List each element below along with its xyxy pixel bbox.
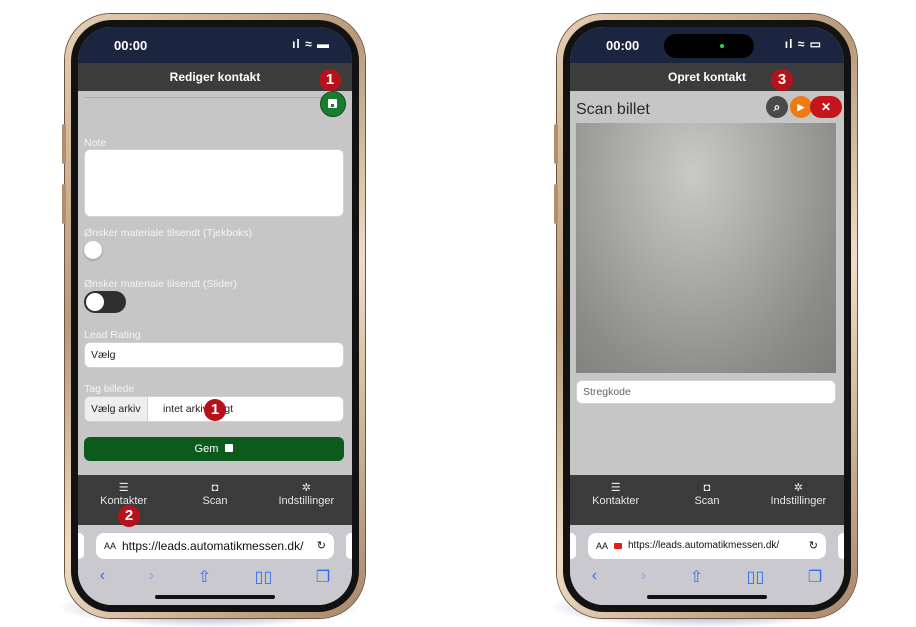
camera-indicator-icon — [720, 44, 724, 48]
signal-wifi-battery-icon: ıl ≈ ▭ — [784, 37, 822, 51]
save-button[interactable]: Gem — [84, 437, 344, 461]
side-button — [62, 124, 66, 164]
share-icon[interactable]: ⇧ — [690, 567, 703, 591]
forward-icon[interactable]: › — [149, 567, 154, 591]
gear-icon: ✲ — [301, 482, 311, 494]
save-button-label: Gem — [194, 443, 219, 455]
list-icon: ☰ — [118, 482, 129, 494]
safari-toolbar: AA https://leads.automatikmessen.dk/ ↻ ‹… — [570, 525, 844, 605]
side-button — [554, 184, 558, 224]
scan-content: Scan billet ⌕ ▶ ✕ Stregkode — [570, 91, 844, 475]
material-slider[interactable] — [84, 291, 126, 313]
forward-icon[interactable]: › — [641, 567, 646, 591]
barcode-placeholder: Stregkode — [583, 386, 631, 398]
url-text: https://leads.automatikmessen.dk/ — [628, 540, 780, 551]
tab-scan[interactable]: ◘ Scan — [169, 475, 260, 525]
tab-label: Indstillinger — [770, 495, 827, 507]
choose-file-button[interactable]: Vælg arkiv — [85, 397, 148, 421]
tab-indstillinger[interactable]: ✲ Indstillinger — [753, 475, 844, 525]
note-label: Note — [84, 137, 107, 149]
status-time: 00:00 — [606, 38, 640, 53]
slider-label: Ønsker materiale tilsendt (Slider) — [84, 278, 237, 290]
status-bar: 00:00 ıl ≈ ▬ — [78, 27, 352, 63]
side-button — [554, 124, 558, 164]
left-phone: 00:00 ıl ≈ ▬ Rediger kontakt Note Ønsker… — [62, 14, 365, 618]
next-tab-stub — [346, 533, 352, 559]
list-icon: ☰ — [610, 482, 621, 494]
camera-recording-icon — [614, 543, 622, 549]
reload-icon[interactable]: ↻ — [809, 533, 818, 559]
search-button[interactable]: ⌕ — [766, 96, 788, 118]
divider — [84, 97, 344, 98]
status-time: 00:00 — [114, 38, 148, 53]
nav-title: Opret kontakt — [570, 63, 844, 91]
bookmarks-icon[interactable]: ▯▯ — [255, 567, 273, 591]
dynamic-island — [664, 34, 754, 58]
step-badge: 1 — [319, 69, 341, 91]
home-indicator — [647, 595, 767, 599]
lead-rating-select[interactable]: Vælg — [84, 342, 344, 368]
back-icon[interactable]: ‹ — [592, 567, 597, 591]
tabs-icon[interactable]: ❐ — [316, 567, 330, 591]
material-checkbox[interactable] — [84, 241, 102, 259]
signal-wifi-battery-icon: ıl ≈ ▬ — [292, 37, 330, 51]
reload-icon[interactable]: ↻ — [317, 533, 326, 559]
close-icon: ✕ — [820, 100, 832, 114]
gear-icon: ✲ — [793, 482, 803, 494]
tab-bar: ☰ Kontakter ◘ Scan ✲ Indstillinger — [570, 475, 844, 525]
tab-indstillinger[interactable]: ✲ Indstillinger — [261, 475, 352, 525]
bookmarks-icon[interactable]: ▯▯ — [747, 567, 765, 591]
step-badge: 1 — [204, 399, 226, 421]
save-icon-button[interactable] — [320, 91, 346, 117]
floppy-disk-icon — [328, 99, 337, 108]
status-bar: 00:00 ıl ≈ ▭ — [570, 27, 844, 63]
tab-kontakter[interactable]: ☰ Kontakter — [570, 475, 661, 525]
safari-toolbar: AA https://leads.automatikmessen.dk/ ↻ ‹… — [78, 525, 352, 605]
play-icon: ▶ — [797, 102, 805, 112]
lead-rating-value: Vælg — [91, 349, 116, 361]
url-text: https://leads.automatikmessen.dk/ — [122, 539, 304, 553]
address-bar[interactable]: AA https://leads.automatikmessen.dk/ ↻ — [96, 533, 334, 559]
next-tab-stub — [838, 533, 844, 559]
home-indicator — [155, 595, 275, 599]
nav-title: Rediger kontakt — [78, 63, 352, 91]
play-button[interactable]: ▶ — [790, 96, 812, 118]
photo-label: Tag billede — [84, 383, 135, 395]
camera-icon: ◘ — [703, 482, 711, 494]
scan-title: Scan billet — [576, 101, 650, 118]
side-button — [62, 184, 66, 224]
screen: 00:00 ıl ≈ ▭ Opret kontakt Scan billet ⌕… — [570, 27, 844, 605]
tab-scan[interactable]: ◘ Scan — [661, 475, 752, 525]
close-button[interactable]: ✕ — [810, 96, 842, 118]
floppy-disk-icon — [225, 444, 234, 452]
step-badge: 3 — [771, 69, 793, 91]
previous-tab-stub — [570, 533, 576, 559]
note-textarea[interactable] — [84, 149, 344, 217]
checkbox-label: Ønsker materiale tilsendt (Tjekboks) — [84, 227, 253, 239]
right-phone: 00:00 ıl ≈ ▭ Opret kontakt Scan billet ⌕… — [554, 14, 857, 618]
camera-icon: ◘ — [211, 482, 219, 494]
tab-label: Scan — [694, 495, 720, 507]
address-bar[interactable]: AA https://leads.automatikmessen.dk/ ↻ — [588, 533, 826, 559]
step-badge: 2 — [118, 505, 140, 527]
slider-knob — [86, 293, 104, 311]
tab-label: Kontakter — [592, 495, 640, 507]
tab-label: Scan — [202, 495, 228, 507]
back-icon[interactable]: ‹ — [100, 567, 105, 591]
tab-label: Indstillinger — [278, 495, 335, 507]
camera-preview[interactable] — [576, 123, 836, 373]
previous-tab-stub — [78, 533, 84, 559]
search-icon: ⌕ — [773, 100, 781, 114]
browser-tools: ‹ › ⇧ ▯▯ ❐ — [78, 567, 352, 591]
text-size-button[interactable]: AA — [104, 533, 116, 559]
barcode-input[interactable]: Stregkode — [576, 380, 836, 404]
browser-tools: ‹ › ⇧ ▯▯ ❐ — [570, 567, 844, 591]
lead-rating-label: Lead Rating — [84, 329, 141, 341]
share-icon[interactable]: ⇧ — [198, 567, 211, 591]
text-size-button[interactable]: AA — [596, 533, 608, 559]
tabs-icon[interactable]: ❐ — [808, 567, 822, 591]
